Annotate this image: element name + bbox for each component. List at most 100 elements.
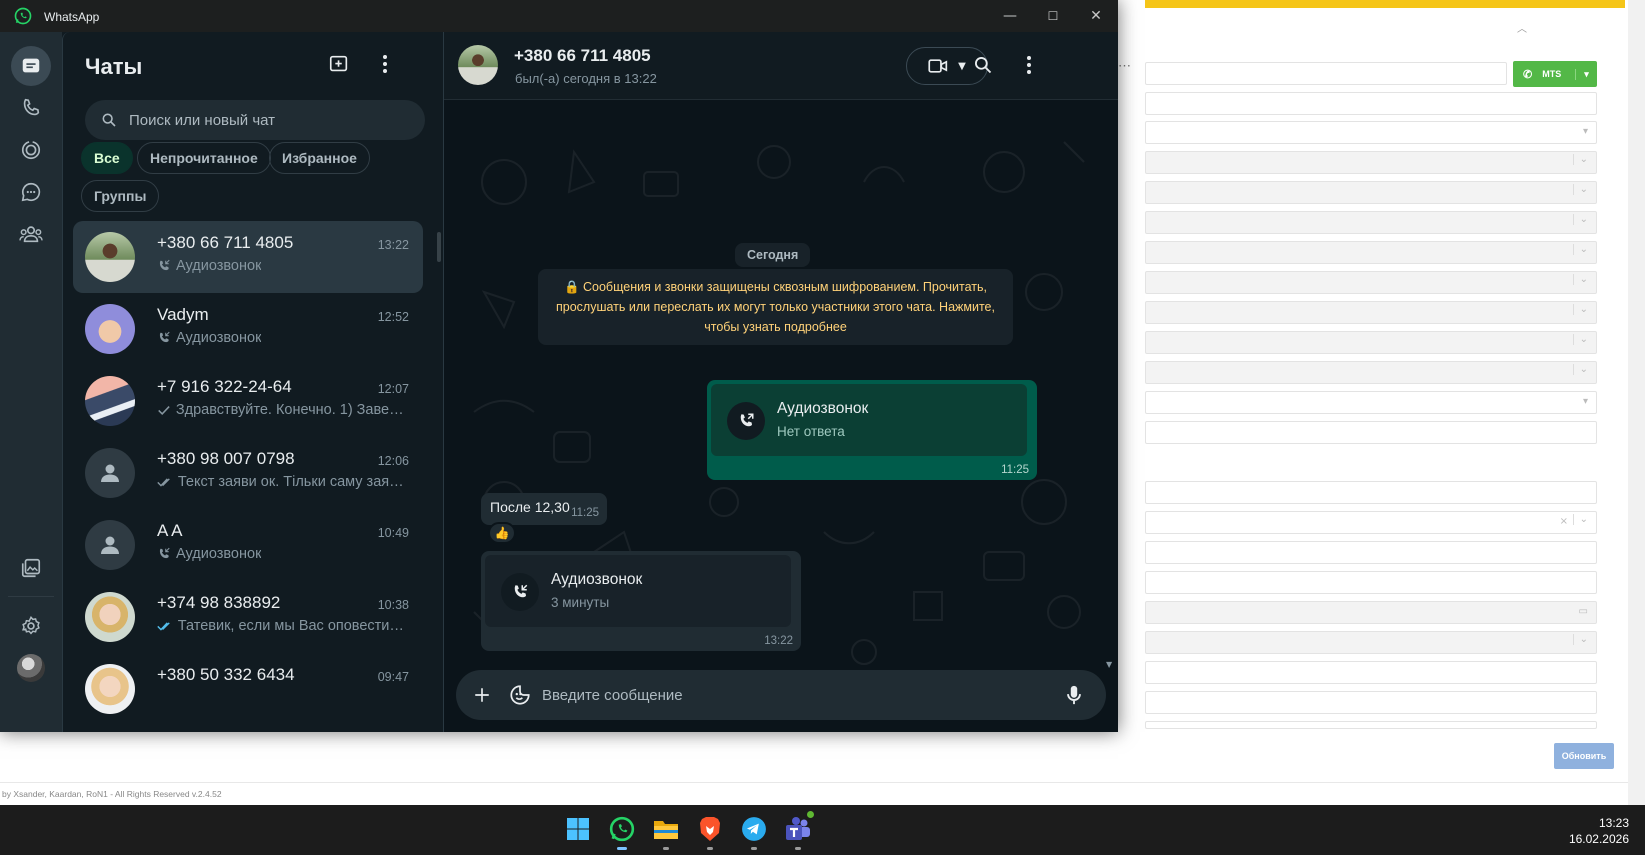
- rail-media-button[interactable]: [11, 548, 51, 588]
- chat-preview: Татевик, если мы Вас оповестил...: [157, 618, 407, 634]
- filter-unread[interactable]: Непрочитанное: [137, 142, 271, 174]
- running-indicator: [795, 847, 801, 850]
- select-field-9[interactable]: ⌄: [1145, 361, 1597, 384]
- rail-settings-button[interactable]: [11, 606, 51, 646]
- text-field-4[interactable]: [1145, 541, 1597, 564]
- teams-icon[interactable]: [782, 809, 816, 850]
- chat-list-item[interactable]: Vadym 12:52 Аудиозвонок: [73, 293, 423, 365]
- file-explorer-icon[interactable]: [650, 813, 682, 850]
- more-icon[interactable]: ⋯: [1118, 58, 1131, 74]
- window-title-bar[interactable]: WhatsApp — ☐ ✕: [0, 0, 1118, 32]
- sidebar-menu-button[interactable]: [367, 46, 403, 82]
- text-field-8[interactable]: [1145, 721, 1597, 729]
- window-title: WhatsApp: [44, 10, 100, 24]
- select-field-8[interactable]: ⌄: [1145, 331, 1597, 354]
- select-field-2[interactable]: ⌄: [1145, 151, 1597, 174]
- page-scrollbar[interactable]: [1628, 0, 1645, 805]
- emoji-button[interactable]: [502, 677, 538, 713]
- contact-name[interactable]: +380 66 711 4805: [514, 46, 651, 66]
- chat-name: +374 98 838892: [157, 593, 281, 612]
- attach-button[interactable]: [464, 677, 500, 713]
- select-field-10[interactable]: ▾: [1145, 391, 1597, 414]
- rail-calls-button[interactable]: [11, 88, 51, 128]
- search-icon: [102, 113, 116, 127]
- chevron-down-icon: ▾: [1582, 396, 1588, 407]
- chat-list-item[interactable]: +380 50 332 6434 09:47: [73, 653, 423, 725]
- select-field-4[interactable]: ⌄: [1145, 211, 1597, 234]
- filter-groups[interactable]: Группы: [81, 180, 160, 212]
- windows-start-icon[interactable]: [562, 813, 594, 845]
- conversation-menu-button[interactable]: [1011, 47, 1047, 83]
- chat-name: +380 98 007 0798: [157, 449, 295, 468]
- incoming-call-message[interactable]: Аудиозвонок 3 минуты 13:22: [481, 551, 801, 651]
- chat-list-item[interactable]: A A 10:49 Аудиозвонок: [73, 509, 423, 581]
- text-field-3[interactable]: [1145, 481, 1597, 504]
- system-clock[interactable]: 13:23 16.02.2026: [1569, 815, 1629, 847]
- chevron-down-icon: ⌄: [1572, 634, 1588, 645]
- media-gallery-icon: [21, 558, 41, 578]
- conversation-header[interactable]: +380 66 711 4805 был(-а) сегодня в 13:22…: [444, 32, 1118, 100]
- rail-channels-button[interactable]: [11, 172, 51, 212]
- rail-profile-button[interactable]: [11, 648, 51, 688]
- telegram-icon[interactable]: [738, 813, 770, 850]
- mts-call-button[interactable]: ✆ MTS ▾: [1513, 61, 1597, 87]
- voice-message-button[interactable]: [1056, 677, 1092, 713]
- incoming-text-message[interactable]: После 12,30 11:25: [481, 493, 607, 525]
- calendar-icon[interactable]: ▭: [1579, 606, 1588, 617]
- communities-icon: [19, 226, 43, 243]
- dropdown-chevron-icon[interactable]: ▾: [1575, 68, 1597, 80]
- select-field-7[interactable]: ⌄: [1145, 301, 1597, 324]
- message-reaction[interactable]: 👍: [488, 522, 516, 544]
- filter-all[interactable]: Все: [81, 142, 133, 174]
- select-field-3[interactable]: ⌄: [1145, 181, 1597, 204]
- chat-list-item[interactable]: +7 916 322-24-64 12:07 Здравствуйте. Кон…: [73, 365, 423, 437]
- rail-status-button[interactable]: [11, 130, 51, 170]
- call-title: Аудиозвонок: [777, 400, 869, 417]
- brave-browser-icon[interactable]: [694, 813, 726, 850]
- text-field-5[interactable]: [1145, 571, 1597, 594]
- outgoing-call-message[interactable]: Аудиозвонок Нет ответа 11:25: [707, 380, 1037, 480]
- close-button[interactable]: ✕: [1079, 4, 1113, 28]
- rail-chats-button[interactable]: [11, 46, 51, 86]
- chat-time: 12:52: [377, 310, 409, 324]
- select-field-11[interactable]: × ⌄: [1145, 511, 1597, 534]
- new-chat-button[interactable]: [321, 46, 357, 82]
- date-field[interactable]: ▭: [1145, 601, 1597, 624]
- video-camera-icon: [928, 59, 948, 73]
- scroll-down-arrow-icon[interactable]: ▼: [1106, 660, 1112, 669]
- message-input[interactable]: [542, 670, 1022, 720]
- rail-communities-button[interactable]: [11, 214, 51, 254]
- chat-list-item[interactable]: +374 98 838892 10:38 Татевик, если мы Ва…: [73, 581, 423, 653]
- search-input[interactable]: [129, 100, 409, 140]
- conversation-panel: +380 66 711 4805 был(-а) сегодня в 13:22…: [444, 32, 1118, 732]
- text-field-2[interactable]: [1145, 421, 1597, 444]
- clear-icon[interactable]: ×: [1560, 516, 1568, 527]
- avatar: [85, 592, 135, 642]
- profile-avatar: [17, 654, 45, 682]
- encryption-notice[interactable]: 🔒 Сообщения и звонки защищены сквозным ш…: [538, 269, 1013, 345]
- chat-list-item[interactable]: +380 66 711 4805 13:22 Аудиозвонок: [73, 221, 423, 293]
- call-icon: [159, 259, 170, 271]
- minimize-button[interactable]: —: [993, 4, 1027, 28]
- more-vertical-icon: [383, 55, 387, 73]
- chat-list-item[interactable]: +380 98 007 0798 12:06 Текст заяви ок. Т…: [73, 437, 423, 509]
- filter-favorites[interactable]: Избранное: [269, 142, 370, 174]
- contact-avatar[interactable]: [458, 45, 498, 85]
- chevron-down-icon: ⌄: [1572, 334, 1588, 345]
- update-button[interactable]: Обновить: [1554, 743, 1614, 769]
- maximize-button[interactable]: ☐: [1036, 4, 1070, 28]
- search-box[interactable]: [85, 100, 425, 140]
- select-field-1[interactable]: ▾: [1145, 121, 1597, 144]
- text-field-1[interactable]: [1145, 92, 1597, 115]
- select-field-5[interactable]: ⌄: [1145, 241, 1597, 264]
- select-field-12[interactable]: ⌄: [1145, 631, 1597, 654]
- whatsapp-icon[interactable]: [606, 813, 638, 850]
- search-messages-button[interactable]: [965, 47, 1001, 83]
- phone-field[interactable]: [1145, 62, 1507, 85]
- select-field-6[interactable]: ⌄: [1145, 271, 1597, 294]
- whatsapp-window: WhatsApp — ☐ ✕ Чаты Поиск или новый чат …: [0, 0, 1118, 732]
- text-field-7[interactable]: [1145, 691, 1597, 714]
- text-field-6[interactable]: [1145, 661, 1597, 684]
- chat-list-scrollbar[interactable]: [437, 232, 441, 262]
- collapse-chevron-icon[interactable]: ︿: [1517, 20, 1527, 35]
